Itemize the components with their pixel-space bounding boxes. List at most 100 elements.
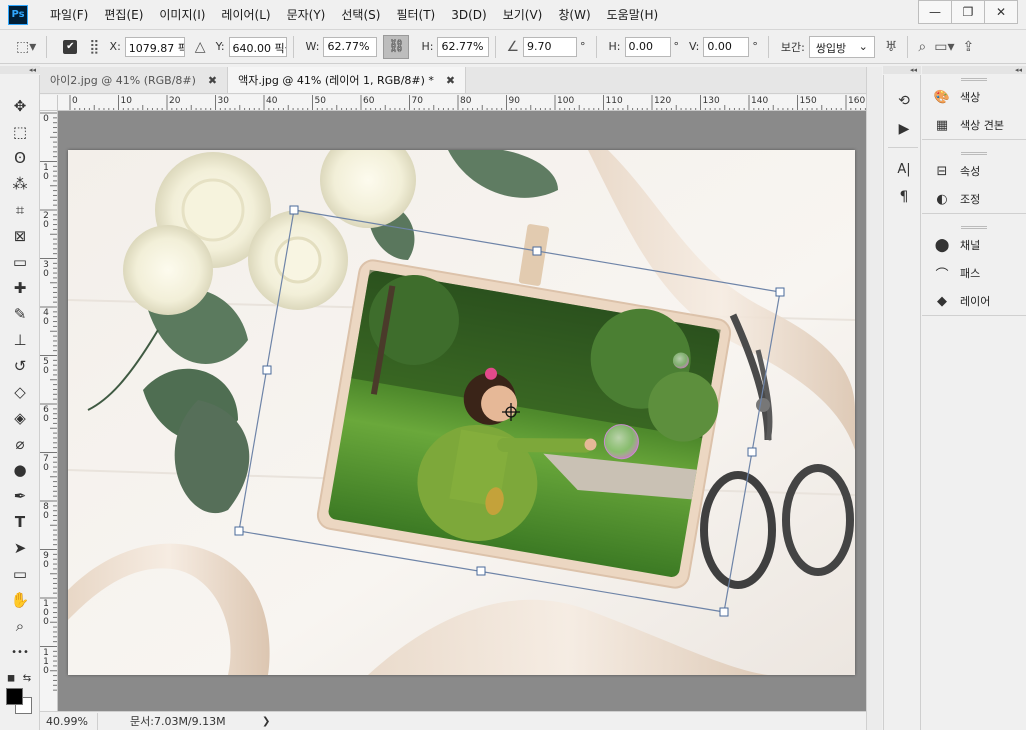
ruler-corner[interactable] bbox=[40, 95, 58, 111]
ruler-label: 40 bbox=[266, 96, 278, 106]
toolbar-collapse-strip[interactable]: ◂◂ bbox=[0, 66, 40, 74]
workspace-icon[interactable]: ▭▾ bbox=[934, 39, 954, 55]
more-tools-icon[interactable]: ••• bbox=[8, 641, 32, 663]
type-tool-icon[interactable]: T bbox=[8, 511, 32, 533]
interpolation-label: 보간: bbox=[780, 40, 805, 54]
transform-handle[interactable] bbox=[476, 566, 486, 576]
foreground-color-swatch[interactable] bbox=[6, 688, 23, 705]
adjustments-panel-tab[interactable]: ◐ 조정 bbox=[922, 185, 1026, 213]
transform-handle[interactable] bbox=[532, 246, 542, 256]
share-icon[interactable]: ⇪ bbox=[962, 39, 974, 55]
y-position-field[interactable]: 640.00 픽셀 bbox=[228, 36, 287, 57]
frame-tool-icon[interactable]: ⊠ bbox=[8, 225, 32, 247]
canvas-area[interactable] bbox=[58, 111, 866, 711]
path-selection-tool-icon[interactable]: ➤ bbox=[8, 537, 32, 559]
transform-tool-preset-icon[interactable]: ⬚▾ bbox=[16, 39, 36, 55]
history-brush-tool-icon[interactable]: ↺ bbox=[8, 355, 32, 377]
crop-tool-icon[interactable]: ⌗ bbox=[8, 199, 32, 221]
relative-position-icon[interactable]: △ bbox=[195, 39, 206, 55]
ruler-label: 8 0 bbox=[43, 502, 49, 521]
color-panel-tab[interactable]: 🎨 색상 bbox=[922, 83, 1026, 111]
paint-bucket-tool-icon[interactable]: ◈ bbox=[8, 407, 32, 429]
zoom-tool-icon[interactable]: ⌕ bbox=[8, 615, 32, 637]
default-colors-icon[interactable]: ◼ bbox=[4, 667, 18, 689]
transform-handle[interactable] bbox=[262, 365, 272, 375]
menu-file[interactable]: 파일(F) bbox=[44, 6, 94, 23]
reference-point-grid-icon[interactable]: ⣿ bbox=[89, 39, 99, 55]
menu-filter[interactable]: 필터(T) bbox=[390, 6, 441, 23]
vertical-ruler[interactable]: 0 1 0 2 0 3 0 4 0 5 0 6 0 7 0 8 0 9 0 1 0 0 1 1 0 bbox=[40, 111, 58, 711]
close-icon[interactable]: ✖ bbox=[208, 74, 217, 87]
status-menu-arrow-icon[interactable]: ❯ bbox=[262, 716, 270, 727]
warp-mode-icon[interactable]: ♅ bbox=[885, 39, 898, 55]
ruler-label: 1 0 bbox=[43, 162, 49, 182]
menu-edit[interactable]: 편집(E) bbox=[98, 6, 149, 23]
ruler-label: 160 bbox=[848, 96, 866, 106]
panels-collapse-strip[interactable]: ◂◂ bbox=[922, 66, 1026, 74]
menu-type[interactable]: 문자(Y) bbox=[281, 6, 332, 23]
rotate-angle-field[interactable]: 9.70 bbox=[523, 36, 578, 57]
magic-wand-tool-icon[interactable]: ⁂ bbox=[8, 173, 32, 195]
move-tool-icon[interactable]: ✥ bbox=[8, 95, 32, 117]
v-skew-field[interactable]: 0.00 bbox=[703, 36, 750, 57]
interpolation-select[interactable]: 쌍입방 ⌄ bbox=[808, 35, 875, 58]
actions-play-icon[interactable]: ▶ bbox=[894, 119, 914, 139]
menu-window[interactable]: 창(W) bbox=[552, 6, 596, 23]
healing-brush-tool-icon[interactable]: ✚ bbox=[8, 277, 32, 299]
rectangle-tool-icon[interactable]: ▭ bbox=[8, 563, 32, 585]
tab-frame[interactable]: 액자.jpg @ 41% (레이어 1, RGB/8#) * ✖ bbox=[228, 67, 467, 93]
history-icon[interactable]: ⟲ bbox=[894, 91, 914, 111]
lasso-tool-icon[interactable]: ʘ bbox=[8, 147, 32, 169]
paragraph-icon[interactable]: ¶ bbox=[894, 187, 914, 207]
menu-select[interactable]: 선택(S) bbox=[335, 6, 386, 23]
pen-tool-icon[interactable]: ✒ bbox=[8, 485, 32, 507]
h-skew-field[interactable]: 0.00 bbox=[624, 36, 671, 57]
panel-grip[interactable] bbox=[922, 223, 1026, 231]
menu-layer[interactable]: 레이어(L) bbox=[215, 6, 276, 23]
minimize-button[interactable]: — bbox=[918, 0, 952, 24]
swap-colors-icon[interactable]: ⇆ bbox=[20, 667, 34, 689]
transform-handle[interactable] bbox=[234, 526, 244, 536]
menu-view[interactable]: 보기(V) bbox=[497, 6, 549, 23]
close-icon[interactable]: ✖ bbox=[446, 74, 455, 87]
link-aspect-ratio-icon[interactable]: ⛓ bbox=[383, 34, 410, 59]
width-field[interactable]: 62.77% bbox=[323, 36, 378, 57]
swatches-panel-tab[interactable]: ▦ 색상 견본 bbox=[922, 111, 1026, 139]
vertical-scrollbar[interactable] bbox=[866, 67, 882, 730]
menu-3d[interactable]: 3D(D) bbox=[445, 8, 492, 22]
panel-grip[interactable] bbox=[922, 75, 1026, 83]
search-icon[interactable]: ⌕ bbox=[918, 39, 926, 55]
blur-tool-icon[interactable]: ⌀ bbox=[8, 433, 32, 455]
paths-panel-tab[interactable]: ⌒ 패스 bbox=[922, 259, 1026, 287]
transform-handle[interactable] bbox=[747, 447, 757, 457]
restore-button[interactable]: ❐ bbox=[951, 0, 985, 24]
transform-handle[interactable] bbox=[775, 287, 785, 297]
dodge-tool-icon[interactable]: ● bbox=[8, 459, 32, 481]
reference-point-checkbox[interactable]: ✔ bbox=[63, 39, 78, 54]
properties-panel-tab[interactable]: ⊟ 속성 bbox=[922, 157, 1026, 185]
channels-panel-tab[interactable]: ⬤ 채널 bbox=[922, 231, 1026, 259]
close-button[interactable]: ✕ bbox=[984, 0, 1018, 24]
document-canvas[interactable] bbox=[68, 150, 855, 675]
height-field[interactable]: 62.77% bbox=[437, 36, 490, 57]
layers-panel-tab[interactable]: ◆ 레이어 bbox=[922, 287, 1026, 315]
tab-aii2[interactable]: 아이2.jpg @ 41% (RGB/8#) ✖ bbox=[40, 67, 229, 93]
transform-handle[interactable] bbox=[289, 205, 299, 215]
zoom-level-field[interactable]: 40.99% bbox=[40, 712, 98, 730]
eyedropper-tool-icon[interactable]: ▭ bbox=[8, 251, 32, 273]
menu-help[interactable]: 도움말(H) bbox=[601, 6, 665, 23]
marquee-tool-icon[interactable]: ⬚ bbox=[8, 121, 32, 143]
eraser-tool-icon[interactable]: ◇ bbox=[8, 381, 32, 403]
ruler-label: 9 0 bbox=[43, 550, 49, 570]
transform-handle[interactable] bbox=[719, 607, 729, 617]
panel-grip[interactable] bbox=[922, 149, 1026, 157]
character-icon[interactable]: A| bbox=[894, 159, 914, 179]
brush-tool-icon[interactable]: ✎ bbox=[8, 303, 32, 325]
hand-tool-icon[interactable]: ✋ bbox=[8, 589, 32, 611]
x-position-field[interactable]: 1079.87 픽 bbox=[124, 36, 185, 57]
menu-image[interactable]: 이미지(I) bbox=[153, 6, 211, 23]
divider bbox=[907, 35, 909, 58]
iconbar-collapse-strip[interactable]: ◂◂ bbox=[883, 66, 921, 74]
clone-stamp-tool-icon[interactable]: ⊥ bbox=[8, 329, 32, 351]
horizontal-ruler[interactable]: 0 10 20 30 40 50 60 70 80 90 100 110 120 130 140 150 160 bbox=[58, 95, 866, 111]
